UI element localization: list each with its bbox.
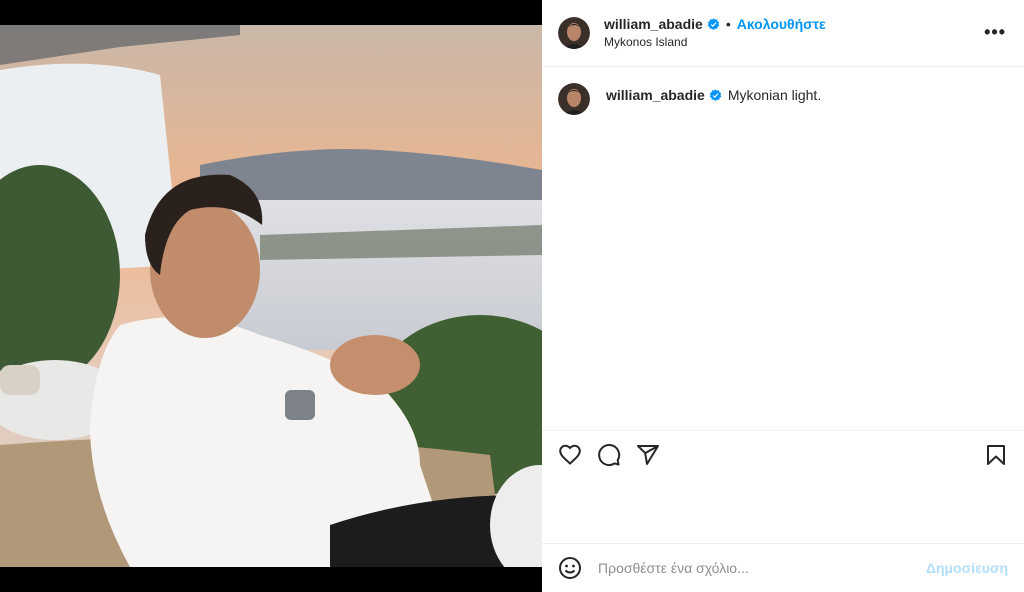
post-author-username[interactable]: william_abadie	[604, 15, 703, 33]
post-caption: william_abadie Mykonian light.	[542, 67, 1024, 131]
verified-badge-icon	[709, 88, 722, 101]
post-sidebar: william_abadie • Ακολουθήστε Mykonos Isl…	[542, 0, 1024, 592]
post-image	[0, 25, 542, 567]
bookmark-icon	[987, 445, 1005, 465]
emoji-button[interactable]	[558, 556, 582, 580]
heart-icon	[559, 444, 581, 465]
post-comment-button[interactable]: Δημοσίευση	[926, 560, 1008, 576]
caption-username[interactable]: william_abadie	[606, 87, 705, 103]
post-actions	[542, 430, 1024, 543]
post-photo[interactable]	[0, 25, 542, 567]
share-button[interactable]	[636, 443, 660, 467]
save-button[interactable]	[984, 443, 1008, 467]
comment-bubble-icon	[598, 444, 621, 466]
verified-badge-icon	[707, 17, 720, 30]
caption-avatar[interactable]	[558, 83, 590, 115]
paper-plane-icon	[637, 445, 659, 465]
post-media-pane	[0, 0, 542, 592]
smiley-icon	[559, 557, 581, 579]
avatar[interactable]	[558, 17, 590, 49]
post-location[interactable]: Mykonos Island	[604, 33, 826, 51]
comment-input[interactable]	[596, 559, 926, 577]
comment-bar: Δημοσίευση	[542, 543, 1024, 592]
comment-button[interactable]	[597, 443, 621, 467]
post-header: william_abadie • Ακολουθήστε Mykonos Isl…	[542, 0, 1024, 67]
follow-button[interactable]: Ακολουθήστε	[737, 15, 826, 33]
caption-text: Mykonian light.	[727, 87, 822, 103]
separator-dot: •	[725, 16, 731, 32]
like-button[interactable]	[558, 443, 582, 467]
more-options-icon[interactable]: •••	[984, 22, 1006, 43]
